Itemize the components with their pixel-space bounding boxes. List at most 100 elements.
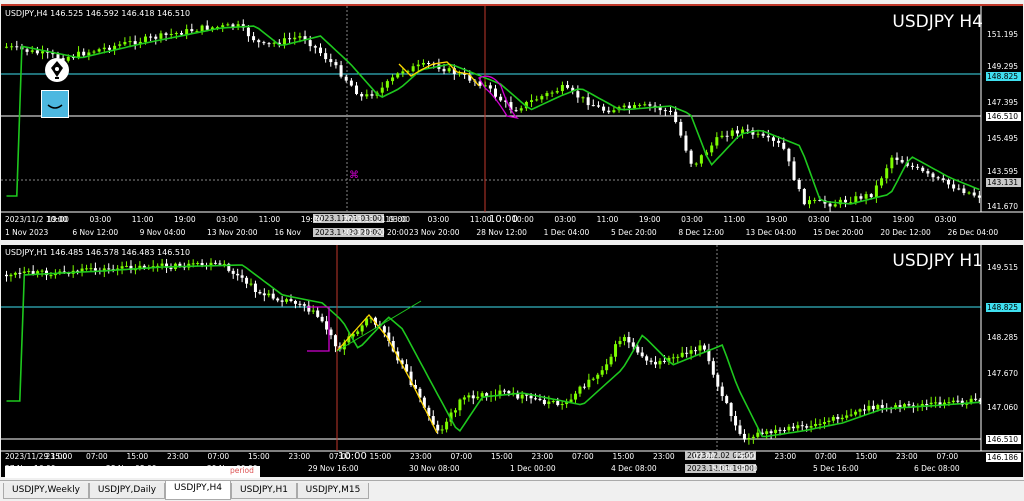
candle-body: [946, 179, 950, 185]
candle-body: [680, 352, 684, 357]
pen-tool-icon[interactable]: [45, 58, 69, 82]
price-axis-label: 147.060: [987, 403, 1019, 412]
candle-body: [581, 97, 585, 99]
candle-body: [93, 268, 97, 271]
candle-body: [566, 85, 570, 88]
price-axis-label: 147.395: [987, 98, 1019, 107]
candle-body: [556, 401, 560, 406]
candle-body: [934, 402, 938, 404]
time-axis-label: 11:00: [596, 215, 619, 224]
candle-body: [765, 431, 769, 434]
candle-body: [514, 110, 518, 112]
candle-body: [360, 93, 364, 97]
candle-body: [333, 335, 337, 347]
candle-body: [356, 331, 360, 334]
candle-body: [320, 316, 324, 322]
candle-body: [864, 194, 868, 199]
date-axis-label: 16 Nov: [274, 228, 301, 237]
candle-body: [676, 356, 680, 358]
time-axis-label: 23:00: [653, 452, 675, 461]
candle-body: [169, 267, 173, 270]
chart-h1[interactable]: USDJPY,H1 146.485 146.578 146.483 146.51…: [1, 245, 1023, 477]
price-axis-label: 149.295: [987, 62, 1019, 71]
candle-body: [125, 265, 129, 267]
candle-body: [271, 293, 275, 299]
candle-body: [797, 179, 801, 190]
chart-h4-info: USDJPY,H4 146.525 146.592 146.418 146.51…: [5, 9, 191, 18]
candle-body: [520, 394, 524, 399]
chart-h4[interactable]: ⌘ USDJPY,H4 146.525 146.592 146.418 146.…: [1, 4, 1023, 240]
time-axis-label: 11:00: [723, 215, 746, 224]
candle-body: [957, 188, 961, 190]
date-axis-label: 28 Nov 12:00: [476, 228, 527, 237]
candle-body: [898, 405, 902, 407]
tab-usdjpy-m15[interactable]: USDJPY,M15: [297, 483, 369, 499]
candle-body: [485, 393, 489, 397]
candle-body: [476, 396, 480, 399]
candle-body: [807, 200, 811, 205]
candle-body: [800, 425, 804, 427]
candle-body: [730, 130, 734, 136]
candle-body: [118, 44, 122, 46]
time-axis-label: 19:00: [47, 215, 69, 224]
tab-usdjpy-h1[interactable]: USDJPY,H1: [231, 483, 297, 499]
time-axis-label: 03:00: [216, 215, 238, 224]
tab-usdjpy-weekly[interactable]: USDJPY,Weekly: [3, 483, 89, 499]
date-axis-label: 5 Dec 20:00: [611, 228, 657, 237]
candle-body: [941, 178, 945, 180]
price-axis-label: 151.195: [987, 30, 1019, 39]
candle-body: [867, 405, 871, 411]
candle-body: [107, 268, 111, 270]
candle-body: [221, 25, 225, 28]
trade-panel-icon[interactable]: [41, 90, 69, 118]
date-axis-label: 4 Dec 08:00: [611, 464, 657, 473]
candle-body: [814, 424, 818, 427]
candle-body: [791, 426, 795, 429]
date-axis-label: 1 Nov 2023: [5, 228, 49, 237]
candle-body: [605, 364, 609, 371]
candle-body: [542, 399, 546, 404]
candle-body: [622, 337, 626, 341]
candle-body: [874, 185, 878, 198]
date-axis-label: 13 Dec 04:00: [745, 228, 797, 237]
time-axis-label: 07:00: [207, 452, 230, 461]
date-axis-label: 29 Nov 16:00: [308, 464, 359, 473]
candle-body: [40, 270, 44, 272]
candle-body: [654, 361, 658, 365]
tab-usdjpy-daily[interactable]: USDJPY,Daily: [89, 483, 165, 499]
candle-body: [190, 29, 194, 32]
candle-body: [267, 293, 271, 296]
candle-body: [560, 85, 564, 92]
candle-body: [240, 275, 244, 278]
candle-body: [442, 68, 446, 72]
candle-body: [102, 47, 106, 50]
candle-body: [311, 310, 315, 312]
candle-body: [360, 325, 364, 332]
candle-body: [530, 100, 534, 102]
candle-body: [499, 96, 503, 101]
candle-body: [82, 51, 86, 56]
candle-body: [262, 42, 266, 44]
candle-body: [143, 36, 147, 42]
candle-body: [226, 24, 230, 26]
date-axis-label: 15 Dec 20:00: [813, 228, 864, 237]
candle-body: [123, 41, 127, 45]
chart-h4-symbol: USDJPY H4: [892, 12, 983, 32]
candle-body: [618, 340, 622, 345]
candle-body: [662, 360, 666, 362]
tab-usdjpy-h4[interactable]: USDJPY,H4: [165, 481, 231, 500]
time-axis-label: 15:00: [612, 452, 635, 461]
price-axis-label: 143.131: [986, 178, 1021, 187]
time-axis-label: 19:00: [300, 215, 323, 224]
time-axis-label: 07:00: [450, 452, 473, 461]
price-axis-label: 149.515: [987, 263, 1019, 272]
candle-body: [191, 263, 195, 265]
candle-body: [845, 415, 849, 418]
candle-body: [729, 403, 733, 417]
candle-body: [447, 68, 451, 72]
chart-h1-plot[interactable]: [1, 245, 1023, 477]
candle-body: [689, 350, 693, 354]
candle-body: [907, 404, 911, 406]
candle-body: [876, 405, 880, 410]
chart-h4-plot[interactable]: ⌘: [1, 6, 1023, 240]
